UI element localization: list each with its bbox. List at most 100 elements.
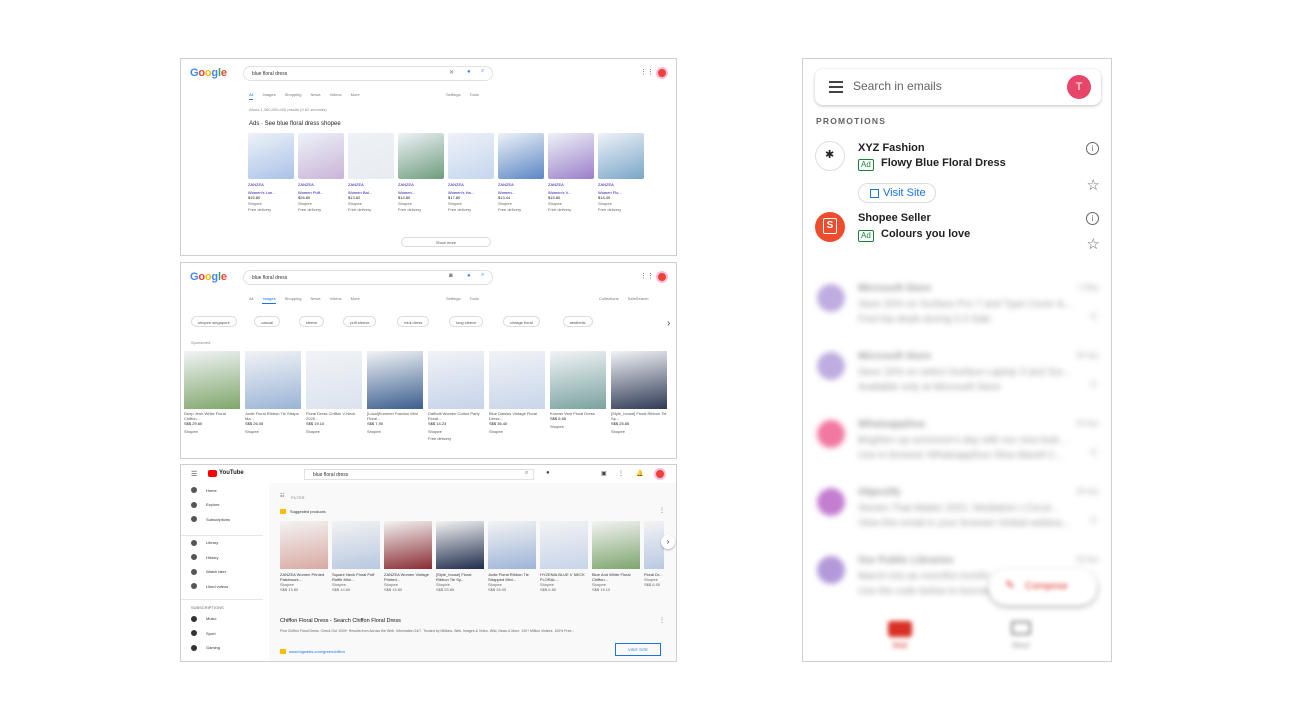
apps-icon[interactable]: ⋮ — [618, 470, 624, 477]
product-image[interactable] — [548, 133, 594, 179]
product-store[interactable]: ZANZEA — [598, 182, 644, 187]
image-result-card[interactable]: Floral Dress Chiffon V-Neck 2025... S$$ 1… — [306, 351, 362, 434]
result-title[interactable]: Deep Jenn White Floral Chiffon... — [184, 411, 240, 421]
suggested-product-card[interactable]: ZANZEA Women Printed Patchwork... Shopee S… — [280, 521, 328, 592]
info-icon[interactable]: i — [1086, 142, 1099, 155]
product-image[interactable] — [298, 133, 344, 179]
sidebar-item-history[interactable]: History — [181, 550, 269, 565]
suggested-product-card[interactable]: ZANZEA Women Vintage Printed... Shopee S$$… — [384, 521, 432, 592]
sidebar-item-watch-later[interactable]: Watch later — [181, 565, 269, 580]
bell-icon[interactable]: 🔔 — [636, 470, 643, 477]
sidebar-item-liked-videos[interactable]: Liked videos — [181, 579, 269, 594]
tab-all[interactable]: All — [249, 296, 253, 304]
product-card[interactable]: ZANZEA Women Puff... $26.80 Shopee Free deli… — [298, 133, 344, 213]
tab-videos[interactable]: Videos — [330, 92, 342, 100]
tab-news[interactable]: News — [310, 296, 320, 304]
nav-mail[interactable]: Mail — [875, 641, 925, 650]
suggested-product-card[interactable]: [Style_house] Floral Ribbon Tie Sp... Sho… — [436, 521, 484, 592]
filter-chip[interactable]: vintage floral — [503, 316, 540, 327]
search-input[interactable]: Search in emails — [853, 79, 942, 93]
more-icon[interactable]: ⋮ — [659, 507, 665, 514]
search-icon[interactable]: ⌕ — [481, 272, 484, 279]
email-row[interactable]: WhatsappDuo 29 Apr Brighten up someone's d… — [803, 415, 1111, 477]
safesearch-link[interactable]: SafeSearch — [628, 296, 649, 301]
product-card[interactable]: ZANZEA Women's Lon... $15.80 Shopee Free del… — [248, 133, 294, 213]
filter-button[interactable]: FILTER — [291, 495, 304, 500]
result-title[interactable]: [Local]Summer Fashion Mini Floral... — [367, 411, 423, 421]
product-image[interactable] — [598, 133, 644, 179]
result-image[interactable] — [550, 351, 606, 409]
image-result-card[interactable]: Korean Vent Floral Dress S$$ 6.65 Shopee — [550, 351, 606, 429]
suggested-product-card[interactable]: Jodie Floral Ribbon Tie Strapped Mini...… — [488, 521, 536, 592]
sidebar-item-library[interactable]: Library — [181, 536, 269, 551]
chevron-right-icon[interactable]: › — [667, 318, 670, 329]
email-search-bar[interactable]: Search in emails T — [815, 69, 1101, 105]
avatar[interactable] — [656, 271, 668, 283]
info-icon[interactable]: i — [1086, 212, 1099, 225]
suggested-product-card[interactable]: Floral Dr... Shopee S$$ 6.65 — [644, 521, 664, 587]
filter-icon[interactable]: ☷ — [280, 493, 284, 499]
tab-more[interactable]: More — [351, 92, 360, 100]
product-image[interactable] — [592, 521, 640, 569]
create-icon[interactable]: ▣ — [601, 470, 607, 477]
tab-all[interactable]: All — [249, 92, 254, 100]
visit-site-button[interactable]: VISIT SITE — [615, 643, 661, 656]
product-image[interactable] — [280, 521, 328, 569]
product-image[interactable] — [448, 133, 494, 179]
sidebar-item-explore[interactable]: Explore — [181, 498, 269, 513]
image-result-card[interactable]: Deep Jenn White Floral Chiffon... S$$ 29.… — [184, 351, 240, 434]
product-image[interactable] — [488, 521, 536, 569]
result-image[interactable] — [428, 351, 484, 409]
menu-icon[interactable] — [829, 81, 843, 93]
image-result-card[interactable]: [Style_house] Floral Ribbon Tie Sp... S$$… — [611, 351, 667, 434]
product-title[interactable]: Square Neck Floral Puff Ruffle Mini... — [332, 572, 380, 582]
search-icon[interactable]: ⌕ — [525, 470, 528, 477]
sidebar-item-sport[interactable]: Sport — [181, 626, 269, 641]
apps-icon[interactable]: ⋮⋮ — [640, 272, 654, 280]
product-card[interactable]: ZANZEA Women Bal... $13.82 Shopee Free deliv… — [348, 133, 394, 213]
star-icon[interactable]: ☆ — [1088, 513, 1099, 527]
apps-icon[interactable]: ⋮⋮ — [640, 68, 654, 76]
search-input[interactable]: blue floral dress — [243, 270, 493, 285]
product-store[interactable]: ZANZEA — [548, 182, 594, 187]
youtube-logo-icon[interactable] — [208, 470, 217, 477]
result-title[interactable]: Daffodil Women Cotton Party Floral... — [428, 411, 484, 421]
camera-icon[interactable]: ◙ — [449, 273, 453, 279]
mic-icon[interactable]: ● — [467, 69, 471, 75]
chevron-right-icon[interactable]: › — [661, 535, 675, 549]
search-input[interactable]: blue floral dress — [304, 469, 534, 480]
email-row[interactable]: Microsoft Store 1 May Save 20% on Surface … — [803, 279, 1111, 341]
visit-site-button[interactable]: Visit Site — [858, 183, 936, 203]
product-card[interactable]: ZANZEA Women... $13.44 Shopee Free delivery — [498, 133, 544, 213]
sidebar-item-music[interactable]: Music — [181, 612, 269, 627]
result-title[interactable]: Floral Dress Chiffon V-Neck 2025... — [306, 411, 362, 421]
product-image[interactable] — [436, 521, 484, 569]
sidebar-item-gaming[interactable]: Gaming — [181, 641, 269, 656]
google-logo[interactable]: Google — [190, 271, 227, 283]
collections-link[interactable]: Collections — [599, 296, 619, 301]
filter-chip[interactable]: puff sleeve — [343, 316, 377, 327]
product-title[interactable]: HYZENIA BLUE V NECK FLORAL... — [540, 572, 588, 582]
image-result-card[interactable]: Blue Daisies Vintage Floral Dress... S$$ … — [489, 351, 545, 434]
product-image[interactable] — [498, 133, 544, 179]
product-image[interactable] — [540, 521, 588, 569]
settings-link[interactable]: Settings — [446, 92, 460, 97]
image-result-card[interactable]: Jodie Floral Ribbon Tie Straps Ma... S$$ … — [245, 351, 301, 434]
suggested-product-card[interactable]: Square Neck Floral Puff Ruffle Mini... Sh… — [332, 521, 380, 592]
tab-shopping[interactable]: Shopping — [285, 296, 302, 304]
result-image[interactable] — [489, 351, 545, 409]
product-image[interactable] — [332, 521, 380, 569]
tab-more[interactable]: More — [351, 296, 360, 304]
avatar[interactable]: T — [1067, 75, 1091, 99]
product-title[interactable]: Jodie Floral Ribbon Tie Strapped Mini... — [488, 572, 536, 582]
product-store[interactable]: ZANZEA — [248, 182, 294, 187]
filter-chip[interactable]: casual — [254, 316, 280, 327]
tab-news[interactable]: News — [310, 92, 320, 100]
star-icon[interactable]: ☆ — [1088, 445, 1099, 459]
avatar[interactable] — [654, 468, 666, 480]
search-input[interactable]: blue floral dress — [243, 66, 493, 81]
product-store[interactable]: ZANZEA — [398, 182, 444, 187]
tab-images[interactable]: Images — [262, 296, 276, 304]
star-icon[interactable]: ☆ — [1087, 235, 1100, 253]
image-result-card[interactable]: Daffodil Women Cotton Party Floral... S$$… — [428, 351, 484, 441]
